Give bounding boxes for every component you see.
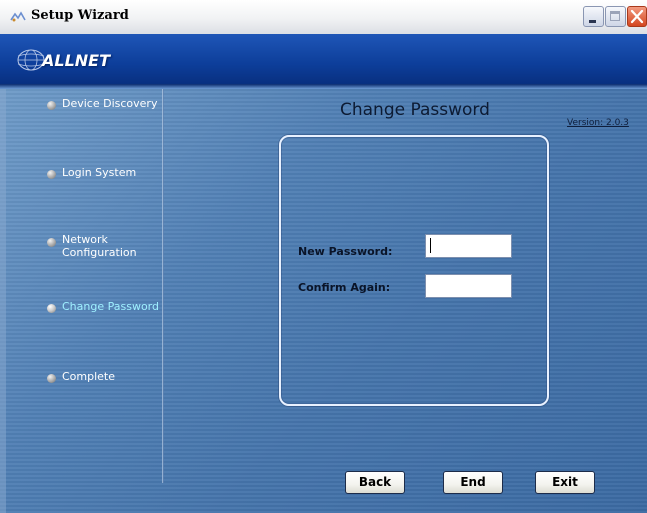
minimize-button[interactable] — [583, 6, 604, 27]
back-button[interactable]: Back — [345, 471, 405, 494]
exit-button[interactable]: Exit — [535, 471, 595, 494]
header-banner: ALLNET — [0, 34, 647, 89]
setup-wizard-window: Setup Wizard ALLNET Device Discovery Log… — [0, 0, 647, 513]
step-dot-icon — [47, 238, 56, 247]
text-caret — [430, 238, 431, 253]
step-label: Complete — [62, 370, 116, 383]
app-icon — [10, 11, 26, 22]
password-form-panel — [279, 135, 549, 406]
step-label: Change Password — [62, 300, 159, 313]
title-bar[interactable]: Setup Wizard — [0, 0, 647, 35]
maximize-button[interactable] — [605, 6, 626, 27]
end-button[interactable]: End — [443, 471, 503, 494]
left-edge — [0, 89, 6, 513]
sidebar-divider — [162, 89, 164, 483]
step-dot-icon — [47, 170, 56, 179]
new-password-input[interactable] — [425, 234, 512, 258]
logo-text: ALLNET — [42, 51, 111, 70]
step-label-line2: Configuration — [62, 246, 137, 259]
step-label: Device Discovery — [62, 97, 158, 110]
allnet-logo: ALLNET — [14, 38, 114, 82]
step-label-line1: Network — [62, 233, 108, 246]
confirm-password-label: Confirm Again: — [298, 281, 391, 294]
step-dot-icon — [47, 374, 56, 383]
close-button[interactable] — [627, 6, 647, 27]
page-title: Change Password — [340, 100, 490, 120]
step-dot-icon — [47, 304, 56, 313]
step-dot-icon — [47, 101, 56, 110]
step-label: Network Configuration — [62, 233, 137, 259]
close-icon — [630, 9, 644, 24]
version-label: Version: 2.0.3 — [567, 118, 629, 128]
step-label: Login System — [62, 166, 137, 179]
new-password-label: New Password: — [298, 245, 393, 258]
window-title: Setup Wizard — [31, 8, 129, 23]
confirm-password-input[interactable] — [425, 274, 512, 298]
